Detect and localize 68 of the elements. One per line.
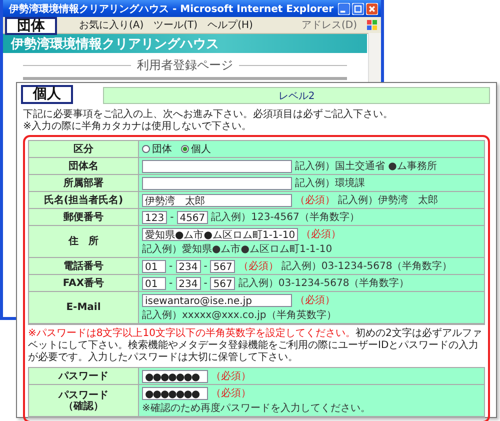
field-label: 郵便番号 — [29, 209, 139, 226]
required-mark: （必須） — [211, 386, 251, 400]
caption-label: 団体 — [5, 17, 57, 35]
minimize-icon[interactable] — [338, 2, 350, 14]
separator-text: - — [169, 278, 173, 288]
field-label: 所属部署 — [29, 175, 139, 192]
example-text: 記入例）03-1234-5678（半角数字） — [238, 276, 410, 290]
example-text: 記入例）03-1234-5678（半角数字） — [281, 260, 452, 273]
level-heading: レベル2 — [103, 87, 490, 104]
password-field[interactable]: ●●●●●●● — [142, 386, 208, 400]
required-mark: （必須） — [295, 194, 335, 207]
windows-flag-icon — [367, 20, 377, 30]
field-label: パスワード （確認） — [29, 385, 139, 417]
menu-item[interactable]: ツール(T) — [154, 18, 198, 32]
menu-item[interactable]: ヘルプ(H) — [208, 18, 253, 32]
required-mark: （必須） — [295, 294, 335, 307]
example-text: 記入例）環境課 — [295, 176, 365, 190]
text-field[interactable] — [142, 160, 292, 172]
text-field[interactable]: 伊勢湾 太郎 — [142, 194, 292, 206]
radio-label: 個人 — [191, 143, 211, 156]
text-field[interactable]: 123 — [142, 210, 168, 224]
separator-text: - — [170, 212, 174, 222]
text-field[interactable]: 愛知県●ム市●ム区ロム町1-1-10 — [142, 228, 298, 240]
text-field[interactable]: 567 — [210, 260, 236, 272]
radio-label: 団体 — [152, 143, 172, 156]
field-label: 電話番号 — [29, 258, 139, 275]
menu-item[interactable]: お気に入り(A) — [79, 18, 144, 32]
required-mark: （必須） — [301, 228, 342, 241]
text-field[interactable]: 01 — [142, 260, 166, 272]
radio-button[interactable] — [142, 145, 150, 153]
example-text: 記入例）国土交通省 ●ム事務所 — [295, 160, 437, 173]
hint-text: ※確認のため再度パスワードを入力してください。 — [142, 402, 370, 415]
field-label: パスワード — [29, 368, 139, 385]
example-text: 記入例）123-4567（半角数字） — [211, 210, 360, 224]
maximize-icon[interactable] — [352, 2, 364, 14]
text-field[interactable]: 01 — [142, 276, 166, 290]
field-label: 氏名(担当者氏名) — [29, 192, 139, 209]
window-title: 伊勢湾環境情報クリアリングハウス - Microsoft Internet Explorer — [9, 2, 335, 16]
caption-label: 個人 — [21, 85, 73, 104]
intro-text: 下記に必要事項をご記入の上、次へお進み下さい。必須項目は必ずご記入下さい。 — [23, 109, 394, 120]
text-field[interactable]: 4567 — [176, 210, 208, 224]
field-label: 住 所 — [29, 226, 139, 258]
separator-text: - — [204, 260, 208, 272]
field-label: FAX番号 — [29, 275, 139, 292]
close-icon[interactable] — [366, 2, 378, 14]
field-label: E-Mail — [29, 292, 139, 324]
text-field[interactable]: isewantaro@ise.ne.jp — [142, 294, 292, 306]
separator-text: - — [204, 278, 208, 288]
text-field[interactable]: 567 — [210, 276, 236, 290]
text-field[interactable]: 234 — [176, 260, 201, 272]
text-field[interactable] — [142, 176, 292, 190]
address-label: アドレス(D) — [301, 19, 357, 32]
page-heading: 利用者登録ページ — [137, 57, 233, 74]
required-mark: （必須） — [238, 260, 278, 273]
field-label: 区分 — [29, 141, 139, 158]
required-mark: （必須） — [211, 370, 251, 383]
intro-text: ※入力の際に半角カタカナは使用しないで下さい。 — [23, 121, 252, 133]
text-field[interactable]: 234 — [176, 276, 201, 290]
site-title: 伊勢湾環境情報クリアリングハウス — [11, 36, 219, 52]
radio-button[interactable] — [181, 145, 189, 153]
password-field[interactable]: ●●●●●●● — [142, 370, 208, 382]
example-text: 記入例）愛知県●ム市●ム区ロム町1-1-10 — [142, 242, 332, 256]
field-label: 団体名 — [29, 158, 139, 175]
example-text: 記入例）伊勢湾 太郎 — [338, 194, 438, 207]
separator-text: - — [169, 260, 173, 272]
scrollbar[interactable] — [368, 33, 381, 83]
example-text: 記入例）xxxxx@xxx.co.jp（半角英数字） — [142, 308, 336, 322]
password-rule-note: ※パスワードは8文字以上10文字以下の半角英数字を設定してください。初めの2文字は必ずアルファベットにして下さい。検索機能やメタデータ登録機能をご利用の際にユーザーIDとパスワードの入力が必要です。入力したパスワードは大切に保管して下さい。 — [28, 328, 483, 364]
